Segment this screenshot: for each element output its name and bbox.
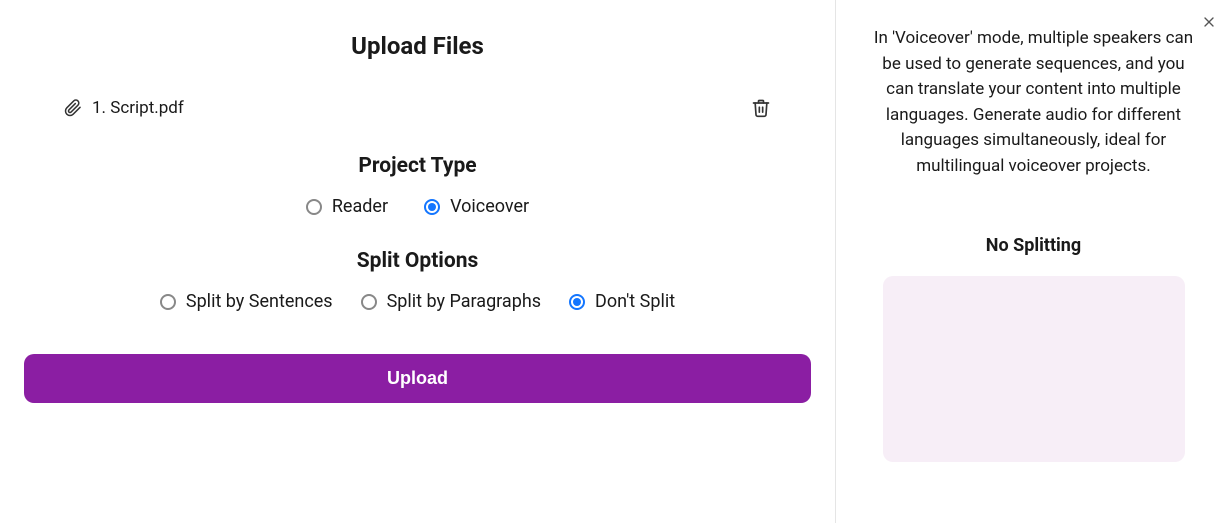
radio-circle-icon [424,199,440,215]
file-info: 1. Script.pdf [64,98,184,118]
info-panel: In 'Voiceover' mode, multiple speakers c… [836,0,1231,523]
file-name: 1. Script.pdf [92,98,184,118]
radio-label: Split by Paragraphs [387,291,541,312]
radio-voiceover[interactable]: Voiceover [424,196,529,217]
upload-button[interactable]: Upload [24,354,811,403]
project-type-options: Reader Voiceover [24,196,811,217]
radio-label: Reader [332,196,388,217]
close-icon[interactable] [1201,14,1217,34]
radio-circle-icon [306,199,322,215]
radio-circle-icon [569,294,585,310]
file-row: 1. Script.pdf [24,98,811,118]
upload-panel: Upload Files 1. Script.pdf Project Type … [0,0,836,523]
radio-label: Split by Sentences [186,291,333,312]
radio-split-sentences[interactable]: Split by Sentences [160,291,333,312]
side-heading: No Splitting [986,235,1081,256]
radio-reader[interactable]: Reader [306,196,388,217]
split-options-heading: Split Options [24,249,811,273]
page-title: Upload Files [24,32,811,60]
attachment-icon [64,99,82,117]
radio-circle-icon [160,294,176,310]
radio-circle-icon [361,294,377,310]
radio-dont-split[interactable]: Don't Split [569,291,675,312]
preview-box [883,276,1185,462]
radio-split-paragraphs[interactable]: Split by Paragraphs [361,291,541,312]
radio-label: Don't Split [595,291,675,312]
info-text: In 'Voiceover' mode, multiple speakers c… [858,26,1209,179]
split-options: Split by Sentences Split by Paragraphs D… [24,291,811,312]
delete-file-button[interactable] [751,98,771,118]
radio-label: Voiceover [450,196,529,217]
project-type-heading: Project Type [24,154,811,178]
